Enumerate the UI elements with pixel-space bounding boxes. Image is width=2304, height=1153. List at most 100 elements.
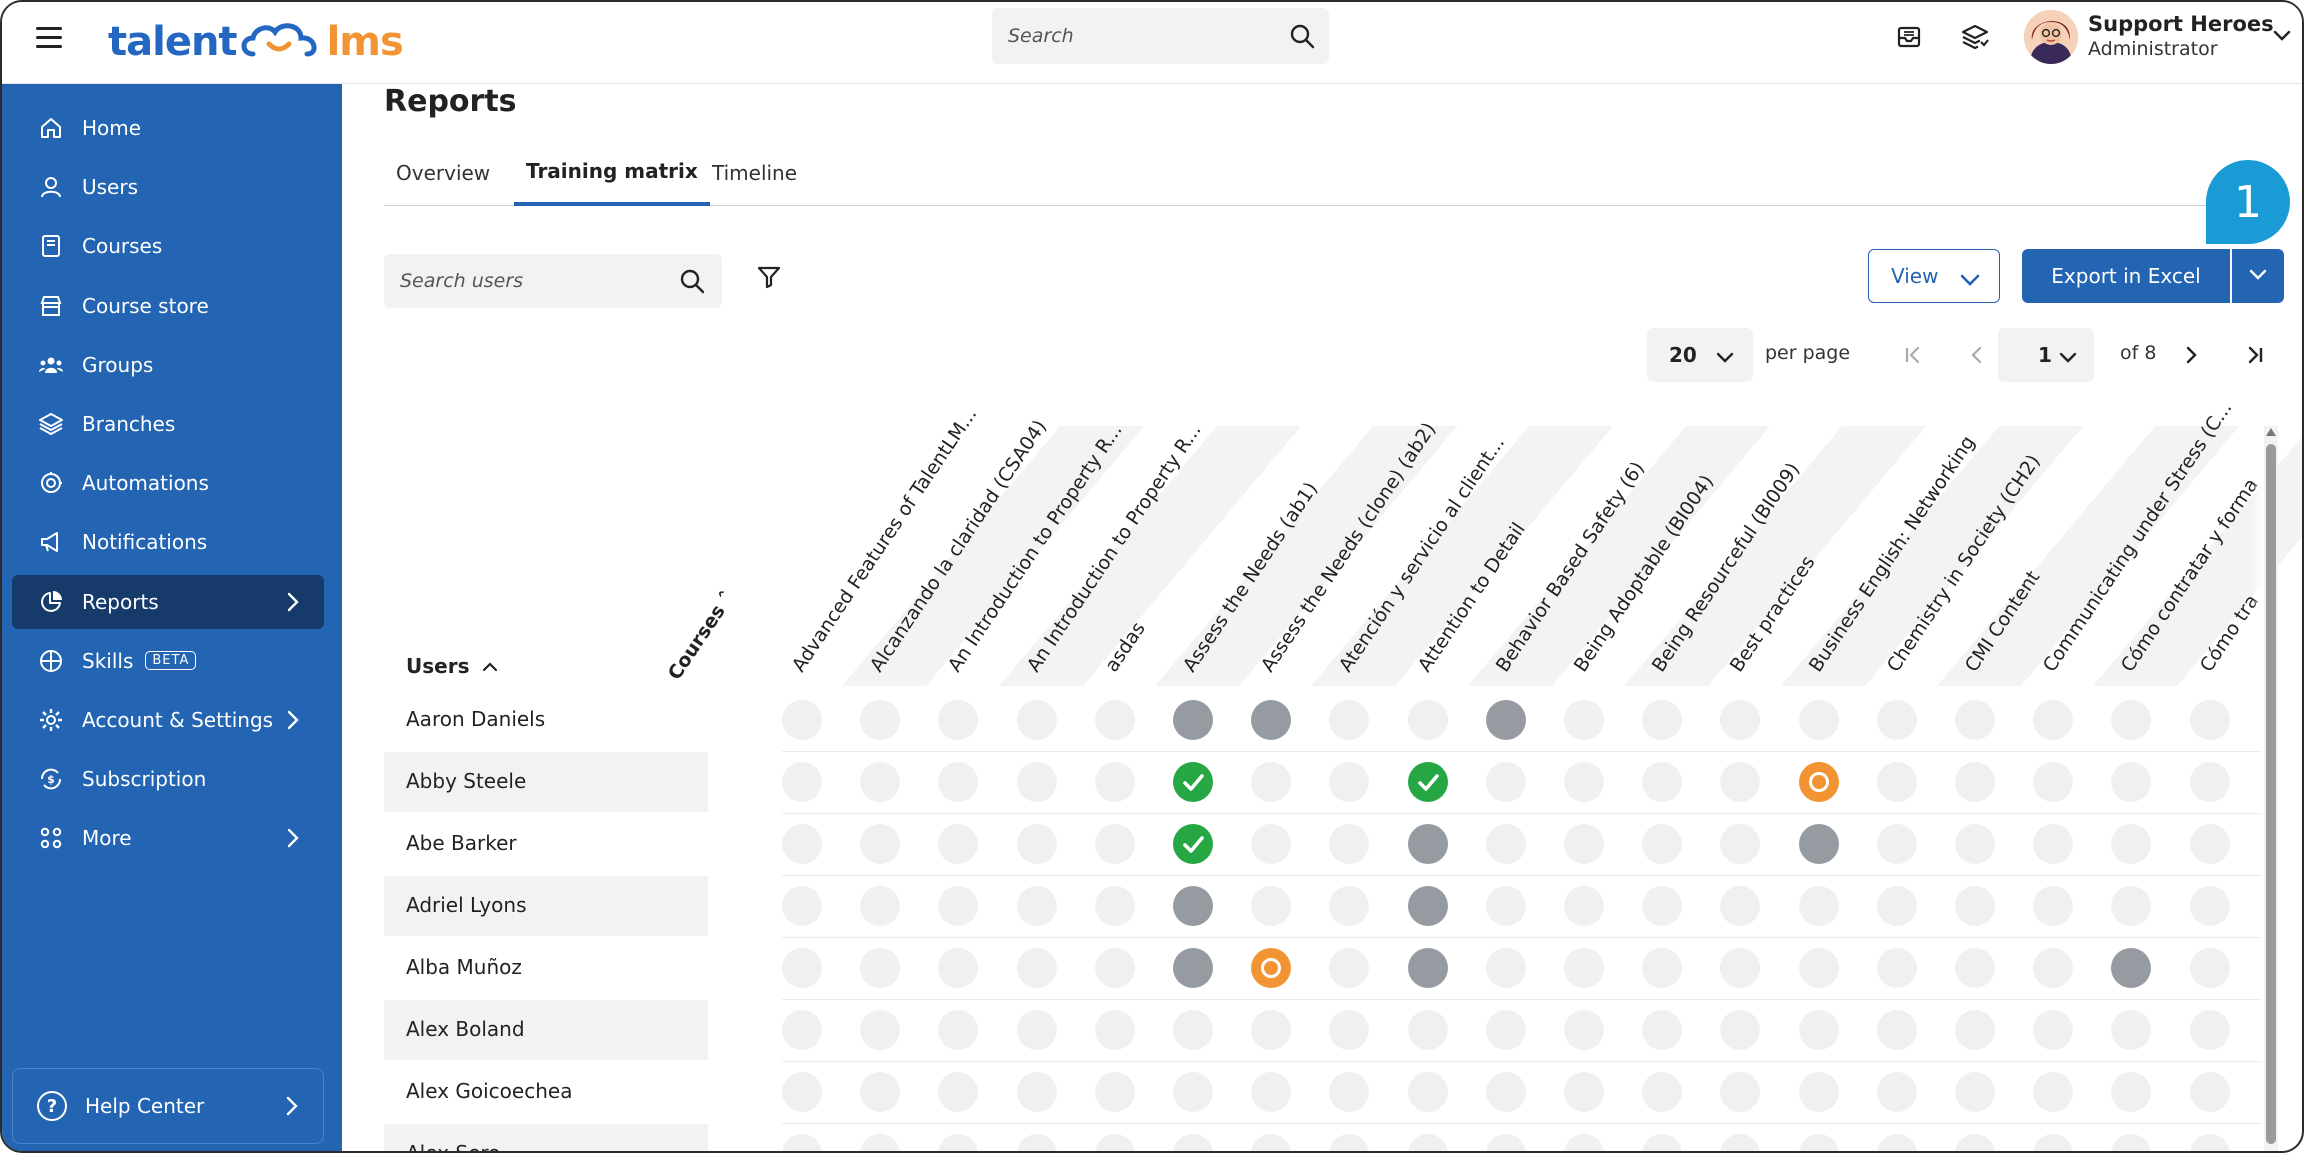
status-empty-cell [1955,824,1995,864]
status-empty-cell [1173,1010,1213,1050]
status-empty-cell [860,1010,901,1050]
sidebar-item-course-store[interactable]: Course store [12,279,324,333]
status-empty-cell [1094,700,1135,740]
subscription-icon: $ [36,764,66,794]
user-row-name[interactable]: Alex Goicoechea [406,1079,572,1103]
status-empty-cell [1407,1072,1448,1112]
sidebar-item-branches[interactable]: Branches [12,397,324,451]
grid-icon [36,823,66,853]
user-menu[interactable]: Support Heroes Administrator [2010,4,2300,70]
export-excel-button[interactable]: Export in Excel [2022,249,2230,303]
status-empty-cell [1642,762,1683,802]
status-empty-cell [860,762,901,802]
user-row-name[interactable]: Abby Steele [406,769,526,793]
per-page-value: 20 [1669,343,1697,367]
logo-text-talent: talent [108,19,238,65]
status-empty-cell [860,1072,901,1112]
status-empty-cell [1485,762,1526,802]
user-row-name[interactable]: Abe Barker [406,831,517,855]
status-completed-cell[interactable] [1407,762,1448,802]
users-header-text: Users [406,654,470,678]
sidebar-item-notifications[interactable]: Notifications [12,515,324,569]
status-empty-cell [1485,1134,1526,1151]
status-not-started-cell[interactable] [1798,824,1839,864]
status-empty-cell [2033,762,2074,802]
user-row-name[interactable]: Alba Muñoz [406,955,522,979]
users-sort-header[interactable]: Users [406,654,499,678]
status-in-progress-cell[interactable] [1251,948,1292,988]
help-center-button[interactable]: ? Help Center [12,1068,324,1144]
checkmark-icon [1183,774,1204,791]
status-not-started-cell[interactable] [1173,886,1213,926]
status-empty-cell [2111,1010,2152,1050]
scrollbar-thumb[interactable] [2266,444,2276,1144]
next-page-icon[interactable] [2174,338,2208,372]
sidebar-item-automations[interactable]: Automations [12,456,324,510]
status-not-started-cell[interactable] [2111,948,2152,988]
status-empty-cell [782,886,822,926]
sidebar-item-subscription[interactable]: $ Subscription [12,752,324,806]
menu-toggle-icon[interactable] [36,27,62,49]
status-empty-cell [1094,762,1135,802]
status-empty-cell [860,886,901,926]
user-row-name[interactable]: Alex Boland [406,1017,525,1041]
report-tabs: Overview Training matrix Timeline [384,140,2284,206]
svg-text:$: $ [47,773,55,786]
status-empty-cell [1564,762,1604,802]
status-empty-cell [1564,700,1604,740]
sidebar-item-groups[interactable]: Groups [12,338,324,392]
tab-training-matrix[interactable]: Training matrix [514,140,710,206]
sidebar-item-label: More [82,826,132,851]
last-page-icon[interactable] [2238,338,2272,372]
status-not-started-cell[interactable] [1407,948,1448,988]
page-value: 1 [2038,343,2052,367]
per-page-select[interactable]: 20 [1647,328,1753,382]
layers-switch-icon[interactable] [1960,22,1990,52]
inbox-icon[interactable] [1894,22,1924,52]
status-not-started-cell[interactable] [1173,948,1213,988]
status-empty-cell [1329,824,1370,864]
search-icon[interactable] [1289,23,1315,53]
status-empty-cell [1955,700,1995,740]
sidebar-item-skills[interactable]: Skills BETA [12,634,324,688]
search-icon[interactable] [678,267,706,299]
filter-icon[interactable] [756,264,782,294]
previous-page-icon[interactable] [1960,338,1994,372]
view-dropdown[interactable]: View [1868,249,2000,303]
status-not-started-cell[interactable] [1173,700,1213,740]
scroll-up-arrow[interactable] [2266,428,2276,436]
sidebar-item-users[interactable]: Users [12,160,324,214]
sidebar-item-account-settings[interactable]: Account & Settings [12,693,324,747]
search-users-input[interactable] [400,254,660,308]
status-empty-cell [782,1134,822,1151]
status-not-started-cell[interactable] [1251,700,1292,740]
user-row-name[interactable]: Aaron Daniels [406,707,545,731]
logo[interactable]: talent lms [108,12,404,72]
status-empty-cell [1720,1134,1761,1151]
sidebar-item-reports[interactable]: Reports [12,574,324,629]
sidebar-item-more[interactable]: More [12,811,324,865]
tab-overview[interactable]: Overview [396,140,490,206]
courses-axis-text: Courses [663,600,730,684]
sidebar-item-home[interactable]: Home [12,101,324,155]
status-not-started-cell[interactable] [1485,700,1526,740]
first-page-icon[interactable] [1896,338,1930,372]
status-in-progress-cell[interactable] [1798,762,1839,802]
checkmark-icon [1183,836,1204,853]
status-completed-cell[interactable] [1173,824,1213,864]
matrix-scrollbar[interactable] [2264,426,2278,1151]
global-search-input[interactable] [1008,8,1268,64]
user-row-name[interactable]: Alex Sero [406,1141,500,1151]
status-empty-cell [1094,1072,1135,1112]
status-not-started-cell[interactable] [1407,886,1448,926]
courses-axis-label[interactable]: Courses ˆ [664,588,739,684]
sidebar-item-courses[interactable]: Courses [12,219,324,273]
status-empty-cell [1173,1134,1213,1151]
export-options-button[interactable] [2232,249,2284,303]
tab-timeline[interactable]: Timeline [712,140,797,206]
in-progress-ring-icon [1261,958,1282,978]
page-select[interactable]: 1 [1998,328,2094,382]
status-not-started-cell[interactable] [1407,824,1448,864]
user-row-name[interactable]: Adriel Lyons [406,893,527,917]
status-completed-cell[interactable] [1173,762,1213,802]
